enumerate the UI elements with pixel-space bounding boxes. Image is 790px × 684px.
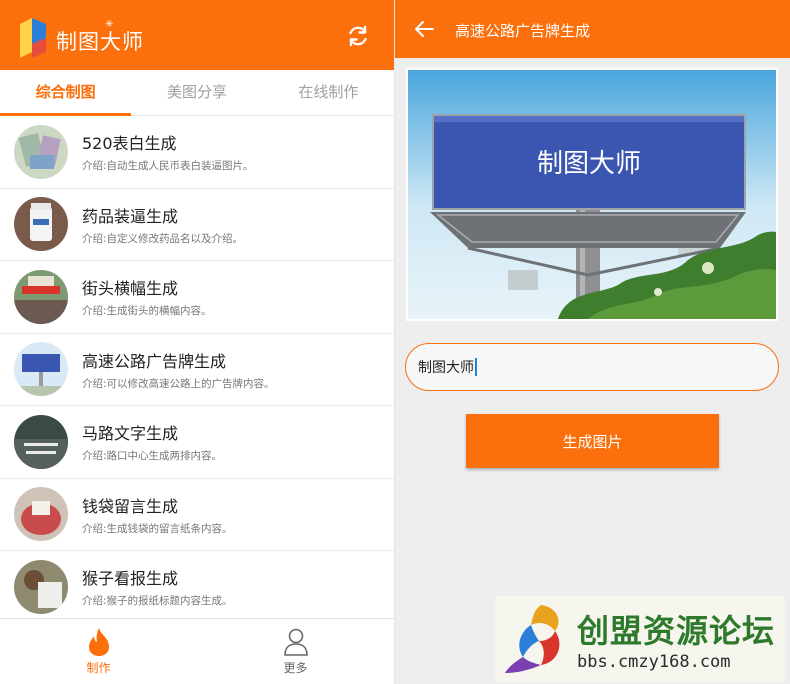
avatar: [14, 487, 68, 542]
item-title: 高速公路广告牌生成: [82, 351, 227, 371]
item-title: 520表白生成: [82, 134, 177, 154]
item-desc: 介绍:生成钱袋的留言纸条内容。: [82, 522, 233, 535]
billboard-screen: 高速公路广告牌生成 制图大师 制图大师 生成图片 创盟资源论坛 bbs.cmzy…: [395, 0, 790, 684]
list-item[interactable]: 高速公路广告牌生成 介绍:可以修改高速公路上的广告牌内容。: [0, 334, 394, 406]
app-title: 制图大师: [56, 30, 144, 54]
nav-more-label: 更多: [283, 661, 308, 675]
item-desc: 介绍:生成街头的横幅内容。: [82, 305, 212, 318]
item-desc: 介绍:可以修改高速公路上的广告牌内容。: [82, 377, 275, 390]
avatar: [14, 342, 68, 397]
item-title: 猴子看报生成: [82, 569, 179, 589]
watermark-name: 创盟资源论坛: [577, 612, 776, 650]
item-title: 街头横幅生成: [82, 279, 179, 299]
user-icon: [283, 628, 308, 656]
tab-general[interactable]: 综合制图: [0, 70, 132, 116]
billboard-text: 制图大师: [537, 149, 641, 179]
home-screen: 制图大师 ✳ 综合制图 美图分享 在线制作 520表白生成 介绍:自动生成人民币…: [0, 0, 395, 684]
refresh-icon[interactable]: [346, 24, 370, 48]
screen-title: 高速公路广告牌生成: [455, 22, 591, 40]
sparkle-icon: ✳: [105, 19, 114, 30]
tab-gallery[interactable]: 美图分享: [131, 70, 262, 115]
avatar: [14, 559, 68, 614]
generator-list: 520表白生成 介绍:自动生成人民币表白装逼图片。 药品装逼生成 介绍:自定义修…: [0, 116, 394, 618]
list-item[interactable]: 街头横幅生成 介绍:生成街头的横幅内容。: [0, 261, 394, 334]
forum-logo-icon: [505, 605, 560, 673]
billboard-image: 制图大师: [408, 70, 776, 319]
nav-make-label: 制作: [86, 661, 111, 675]
tab-online[interactable]: 在线制作: [263, 70, 394, 115]
item-desc: 介绍:自动生成人民币表白装逼图片。: [82, 160, 254, 173]
watermark: 创盟资源论坛 bbs.cmzy168.com: [495, 596, 785, 682]
bottom-nav: 制作 更多: [0, 618, 394, 684]
list-item[interactable]: 猴子看报生成 介绍:猴子的报纸标题内容生成。: [0, 551, 394, 618]
item-desc: 介绍:路口中心生成两排内容。: [82, 450, 223, 463]
generate-image-button[interactable]: 生成图片: [466, 414, 719, 468]
back-arrow-icon[interactable]: [413, 18, 435, 40]
item-title: 钱袋留言生成: [82, 496, 179, 516]
app-bar: 制图大师 ✳: [0, 0, 394, 70]
text-caret: [475, 358, 477, 376]
list-item[interactable]: 马路文字生成 介绍:路口中心生成两排内容。: [0, 406, 394, 479]
watermark-url: bbs.cmzy168.com: [577, 652, 731, 672]
avatar: [14, 414, 68, 469]
nav-more[interactable]: 更多: [197, 619, 394, 684]
item-desc: 介绍:猴子的报纸标题内容生成。: [82, 595, 233, 608]
app-logo-icon: [20, 18, 46, 58]
input-value: 制图大师: [418, 360, 474, 376]
avatar: [14, 197, 68, 252]
flame-icon: [88, 628, 109, 656]
avatar: [14, 269, 68, 324]
list-item[interactable]: 520表白生成 介绍:自动生成人民币表白装逼图片。: [0, 116, 394, 189]
category-tabs: 综合制图 美图分享 在线制作: [0, 70, 394, 116]
nav-make[interactable]: 制作: [0, 619, 197, 684]
list-item[interactable]: 钱袋留言生成 介绍:生成钱袋的留言纸条内容。: [0, 479, 394, 551]
avatar: [14, 124, 68, 179]
app-bar: 高速公路广告牌生成: [395, 0, 790, 58]
item-title: 药品装逼生成: [82, 206, 179, 226]
item-title: 马路文字生成: [82, 424, 179, 444]
item-desc: 介绍:自定义修改药品名以及介绍。: [82, 232, 244, 245]
billboard-text-input[interactable]: 制图大师: [405, 343, 779, 391]
list-item[interactable]: 药品装逼生成 介绍:自定义修改药品名以及介绍。: [0, 189, 394, 261]
billboard-preview: 制图大师: [406, 68, 778, 321]
